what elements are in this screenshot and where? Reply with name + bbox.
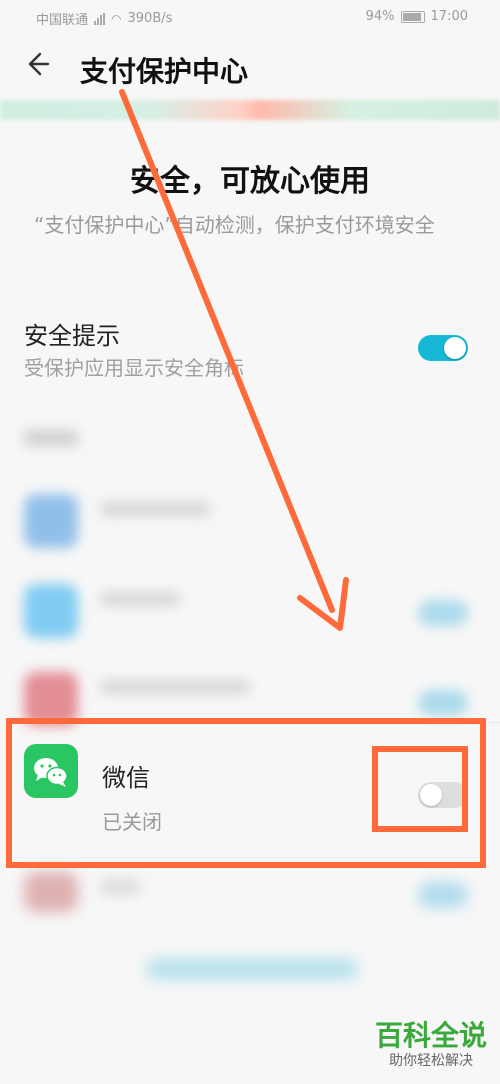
blurred-toggle [418,690,468,716]
blurred-toggle [418,600,468,626]
blurred-app-icon [24,872,78,912]
security-tip-toggle[interactable] [418,335,468,361]
clock: 17:00 [430,9,468,24]
security-headline: 安全，可放心使用 [130,164,370,199]
highlight-box-toggle [372,746,468,832]
app-bar: 支付保护中心 [0,36,500,100]
blurred-app-name [100,592,180,606]
security-description: “支付保护中心”自动检测，保护支付环境安全 [34,213,435,237]
blurred-app-name [100,880,140,894]
status-banner [0,100,500,120]
blurred-app-icon [24,584,78,638]
signal-icon [94,12,106,25]
page-title: 支付保护中心 [80,55,249,88]
blurred-button [146,958,358,980]
battery-percent: 94% [365,9,395,24]
blurred-app-icon [24,494,78,548]
wifi-icon: ◠ [111,11,122,26]
blurred-app-list [0,410,500,726]
battery-icon [400,10,425,23]
carrier-label: 中国联通 [36,13,89,28]
security-tip-title: 安全提示 [24,322,120,350]
security-tip-subtitle: 受保护应用显示安全角标 [24,356,244,380]
back-arrow-icon[interactable] [22,50,50,84]
status-bar: 中国联通 ◠ 390B/s 94% 17:00 [0,0,500,36]
network-speed: 390B/s [127,11,173,26]
watermark-brand: 百科全说 [374,1019,487,1052]
watermark: 百科全说 助你轻松解决 [372,1020,490,1070]
watermark-tagline: 助你轻松解决 [389,1053,473,1069]
blurred-app-name [100,680,250,694]
blurred-section-label [24,430,78,446]
blurred-toggle [418,882,468,908]
blurred-app-name [100,502,210,516]
toggle-knob [444,337,466,359]
